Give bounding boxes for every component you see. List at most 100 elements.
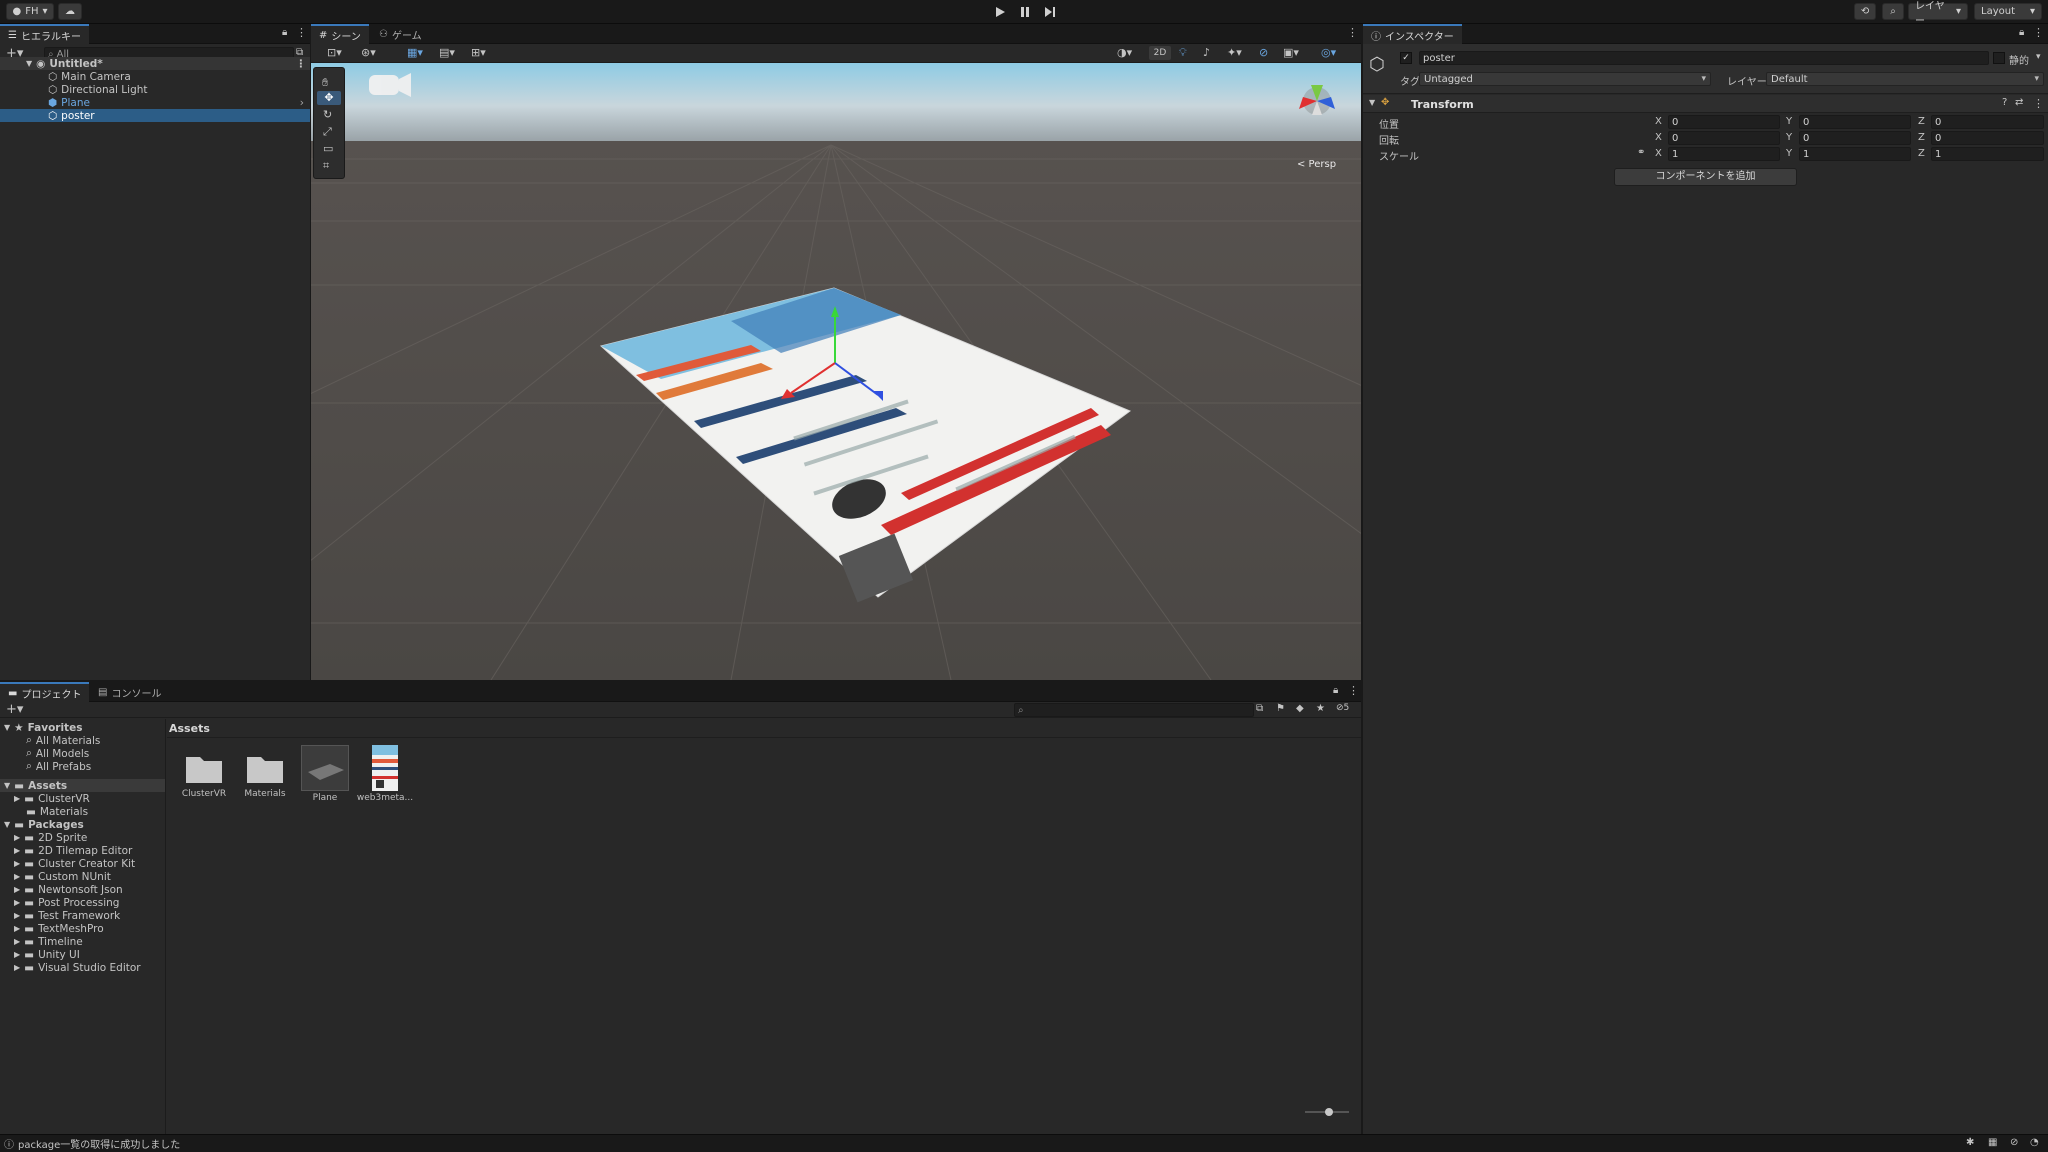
tab-scene[interactable]: # シーン <box>311 24 369 44</box>
object-name-field[interactable]: poster <box>1419 51 1989 65</box>
chevron-right-icon[interactable]: ▶ <box>14 911 20 920</box>
layout-dropdown[interactable]: Layout ▾ <box>1974 3 2042 20</box>
package-item[interactable]: ▶ ▬ Post Processing <box>0 896 165 909</box>
chevron-right-icon[interactable]: ▶ <box>14 885 20 894</box>
bug-icon[interactable]: ✱ <box>1966 1137 1974 1148</box>
position-x-field[interactable]: 0 <box>1668 115 1780 129</box>
package-item[interactable]: ▶ ▬ Cluster Creator Kit <box>0 857 165 870</box>
add-component-button[interactable]: コンポーネントを追加 <box>1614 168 1797 186</box>
chevron-down-icon[interactable]: ▼ <box>1369 98 1375 107</box>
package-item[interactable]: ▶ ▬ 2D Tilemap Editor <box>0 844 165 857</box>
undo-history-button[interactable]: ⟲ <box>1854 3 1876 20</box>
hierarchy-item-main-camera[interactable]: ⬡ Main Camera <box>0 70 310 83</box>
scale-tool-icon[interactable]: ⤢ <box>323 125 332 139</box>
position-y-field[interactable]: 0 <box>1799 115 1911 129</box>
hidden-packages-icon[interactable]: ⊘5 <box>1336 703 1349 713</box>
lighting-icon[interactable]: 💡︎ <box>1179 46 1187 60</box>
scale-y-field[interactable]: 1 <box>1799 147 1911 161</box>
chevron-right-icon[interactable]: ▶ <box>14 872 20 881</box>
layer-dropdown[interactable]: Default <box>1766 72 2044 86</box>
network-icon[interactable]: ▦ <box>1988 1137 1997 1148</box>
step-button[interactable] <box>1038 3 1062 21</box>
status-message[interactable]: package一覧の取得に成功しました <box>18 1136 180 1151</box>
asset-folder-materials[interactable]: Materials <box>236 749 294 799</box>
scale-x-field[interactable]: 1 <box>1668 147 1780 161</box>
tab-game[interactable]: ⚇ ゲーム <box>371 24 430 44</box>
project-search-input[interactable]: ⌕ <box>1014 703 1254 717</box>
lock-icon[interactable]: 🔒︎ <box>2019 27 2024 38</box>
package-item[interactable]: ▶ ▬ Custom NUnit <box>0 870 165 883</box>
preset-icon[interactable]: ⇄ <box>2015 97 2023 108</box>
rect-tool-icon[interactable]: ▭ <box>323 142 333 155</box>
slider-handle[interactable] <box>1325 1108 1333 1116</box>
search-scope-icon[interactable]: ⧉ <box>1256 703 1263 714</box>
chevron-right-icon[interactable]: › <box>300 97 304 109</box>
favorite-item[interactable]: ⌕ All Materials <box>0 734 165 747</box>
scale-z-field[interactable]: 1 <box>1931 147 2044 161</box>
package-item[interactable]: ▶ ▬ Visual Studio Editor <box>0 961 165 974</box>
toggle-2d-button[interactable]: 2D <box>1149 46 1171 60</box>
filter-label-icon[interactable]: ◆ <box>1296 703 1304 714</box>
more-icon[interactable]: ⋮ <box>296 58 307 70</box>
active-checkbox[interactable]: ✓ <box>1400 52 1412 64</box>
chevron-right-icon[interactable]: ▶ <box>14 963 20 972</box>
tag-dropdown[interactable]: Untagged <box>1419 72 1711 86</box>
hidden-objects-icon[interactable]: ⊘ <box>1259 46 1268 59</box>
camera-settings-icon[interactable]: ▣▾ <box>1283 46 1299 59</box>
package-item[interactable]: ▶ ▬ Test Framework <box>0 909 165 922</box>
favorites-row[interactable]: ▼ ★ Favorites <box>0 721 165 734</box>
more-icon[interactable]: ⋮ <box>1348 684 1359 697</box>
more-icon[interactable]: ⋮ <box>2033 26 2044 39</box>
progress-icon[interactable]: ◔ <box>2030 1137 2039 1148</box>
folder-item[interactable]: ▬ Materials <box>0 805 165 818</box>
search-button[interactable]: ⌕ <box>1882 3 1904 20</box>
chevron-right-icon[interactable]: ▶ <box>14 898 20 907</box>
tab-console[interactable]: ▤ コンソール <box>90 682 169 702</box>
hierarchy-item-poster[interactable]: ⬡ poster <box>0 109 310 122</box>
favorite-item[interactable]: ⌕ All Models <box>0 747 165 760</box>
chevron-down-icon[interactable]: ▼ <box>4 781 10 790</box>
chevron-right-icon[interactable]: ▶ <box>14 846 20 855</box>
chevron-right-icon[interactable]: ▶ <box>14 833 20 842</box>
play-button[interactable] <box>988 3 1012 21</box>
package-item[interactable]: ▶ ▬ TextMeshPro <box>0 922 165 935</box>
static-checkbox[interactable] <box>1993 52 2005 64</box>
account-dropdown[interactable]: ● FH ▾ <box>6 3 54 20</box>
package-item[interactable]: ▶ ▬ Unity UI <box>0 948 165 961</box>
breadcrumb[interactable]: Assets <box>169 721 210 737</box>
position-z-field[interactable]: 0 <box>1931 115 2044 129</box>
add-button[interactable]: +▾ <box>6 702 23 717</box>
rotate-tool-icon[interactable]: ↻ <box>323 108 332 121</box>
chevron-right-icon[interactable]: ▶ <box>14 924 20 933</box>
grid-visibility-icon[interactable]: ▤▾ <box>439 46 455 59</box>
chevron-right-icon[interactable]: ▶ <box>14 859 20 868</box>
lock-icon[interactable]: 🔒︎ <box>282 27 287 38</box>
help-icon[interactable]: ? <box>2002 97 2007 108</box>
rotation-z-field[interactable]: 0 <box>1931 131 2044 145</box>
pivot-icon[interactable]: ⊛▾ <box>361 46 376 59</box>
effects-icon[interactable]: ✦▾ <box>1227 46 1242 59</box>
grid-snap-icon[interactable]: ▦▾ <box>407 46 423 59</box>
chevron-right-icon[interactable]: ▶ <box>14 950 20 959</box>
asset-prefab-plane[interactable]: Plane <box>296 745 354 803</box>
more-icon[interactable]: ⋮ <box>296 26 307 39</box>
chevron-down-icon[interactable]: ▼ <box>26 59 32 68</box>
package-item[interactable]: ▶ ▬ Timeline <box>0 935 165 948</box>
scene-viewport[interactable]: < Persp <box>311 63 1361 680</box>
chevron-right-icon[interactable]: ▶ <box>14 937 20 946</box>
scene-row[interactable]: ▼ ◉ Untitled* ⋮ <box>0 57 310 70</box>
increment-snap-icon[interactable]: ⊞▾ <box>471 46 486 59</box>
chevron-right-icon[interactable]: ▶ <box>14 794 20 803</box>
asset-image-web3meta[interactable]: web3meta... <box>356 745 414 803</box>
transform-component-header[interactable]: ▼ ✥ Transform ? ⇄ ⋮ <box>1363 95 2048 113</box>
audio-icon[interactable]: ♪ <box>1203 46 1210 59</box>
lock-icon[interactable]: 🔒︎ <box>1333 685 1338 696</box>
cloud-button[interactable]: ☁ <box>58 3 82 20</box>
more-icon[interactable]: ⋮ <box>2033 97 2044 110</box>
layers-dropdown[interactable]: レイヤー ▾ <box>1908 1 1968 27</box>
filter-type-icon[interactable]: ⚑ <box>1276 703 1285 714</box>
pause-button[interactable] <box>1013 3 1037 21</box>
chevron-down-icon[interactable]: ▼ <box>4 820 10 829</box>
cache-icon[interactable]: ⊘ <box>2010 1137 2018 1148</box>
tab-project[interactable]: ▬ プロジェクト <box>0 682 90 702</box>
